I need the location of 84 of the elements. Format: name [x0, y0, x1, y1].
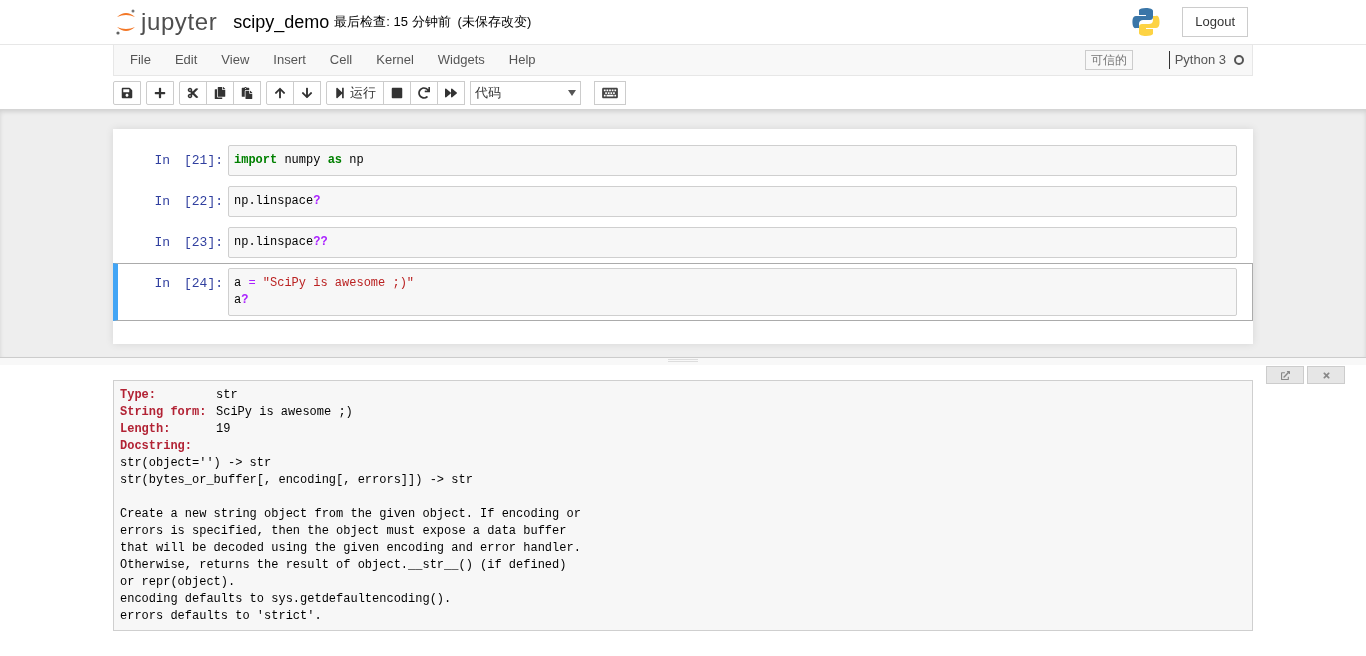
code-cell[interactable]: In [22]: np.linspace? — [113, 181, 1253, 222]
code-cell[interactable]: In [23]: np.linspace?? — [113, 222, 1253, 263]
copy-button[interactable] — [206, 81, 234, 105]
menu-item[interactable]: Help — [496, 50, 548, 70]
arrow-down-icon — [301, 87, 313, 99]
dropdown-caret-icon — [568, 90, 576, 96]
keyboard-icon — [602, 86, 618, 100]
code-line: a = "SciPy is awesome ;)" — [234, 275, 416, 292]
menu-item[interactable]: Edit — [162, 50, 210, 70]
code-input[interactable]: np.linspace? — [228, 186, 1237, 217]
code-input[interactable]: a = "SciPy is awesome ;)" a? — [228, 268, 1237, 316]
field-label: Type: — [120, 387, 157, 404]
input-prompt: In — [154, 152, 170, 170]
save-icon — [121, 87, 133, 99]
execution-count: [21]: — [184, 152, 223, 170]
stop-icon — [391, 87, 403, 99]
arrow-up-button[interactable] — [266, 81, 294, 105]
plus-icon — [154, 87, 166, 99]
notebook-name[interactable]: scipy_demo — [233, 8, 330, 36]
step-forward-icon — [334, 87, 346, 99]
docstring-line: errors defaults to 'strict'. — [120, 608, 322, 625]
docstring-line: encoding defaults to sys.getdefaultencoding(). — [120, 591, 452, 608]
code-input[interactable]: import numpy as np — [228, 145, 1237, 176]
code-cell[interactable]: In [24]: a = "SciPy is awesome ;)" a? — [113, 263, 1253, 321]
docstring-line: Create a new string object from the given object. If encoding or — [120, 506, 581, 523]
input-prompt: In — [154, 193, 170, 211]
execution-count: [24]: — [184, 275, 223, 293]
docstring-line: or repr(object). — [120, 574, 236, 591]
menu-item[interactable]: File — [118, 50, 163, 70]
fast-forward-icon — [445, 87, 457, 99]
code-line: a? — [234, 292, 250, 309]
menu-item[interactable]: Widgets — [425, 50, 497, 70]
code-line: import numpy as np — [234, 152, 365, 169]
field-label: String form: — [120, 404, 208, 421]
docstring-line: errors is specified, then the object must expose a data buffer — [120, 523, 567, 540]
execution-count: [23]: — [184, 234, 223, 252]
cell-type-select[interactable]: 代码 — [470, 81, 581, 105]
restart-icon — [418, 87, 430, 99]
arrow-down-button[interactable] — [293, 81, 321, 105]
code-cell[interactable]: In [21]: import numpy as np — [113, 140, 1253, 181]
jupyter-logo-icon — [115, 8, 137, 36]
paste-button[interactable] — [233, 81, 261, 105]
close-icon — [1321, 370, 1331, 380]
autosave-status: (未保存改变) — [457, 13, 532, 32]
input-prompt: In — [154, 275, 170, 293]
code-input[interactable]: np.linspace?? — [228, 227, 1237, 258]
stop-button[interactable] — [383, 81, 411, 105]
input-prompt: In — [154, 234, 170, 252]
execution-count: [22]: — [184, 193, 223, 211]
docstring-line: Otherwise, returns the result of object.__str__() (if defined) — [120, 557, 567, 574]
restart-button[interactable] — [410, 81, 438, 105]
docstring-line: that will be decoded using the given encoding and error handler. — [120, 540, 581, 557]
menu-item[interactable]: Insert — [261, 50, 318, 70]
fast-forward-button[interactable] — [437, 81, 465, 105]
field-value: 19 — [216, 421, 231, 438]
arrow-up-icon — [274, 87, 286, 99]
trusted-indicator[interactable]: 可信的 — [1084, 50, 1133, 70]
resize-handle[interactable] — [668, 359, 698, 362]
docstring-line: str(object='') -> str — [120, 455, 272, 472]
logout-button[interactable]: Logout — [1182, 7, 1248, 37]
menu-item[interactable]: Kernel — [364, 50, 426, 70]
save-button[interactable] — [113, 81, 141, 105]
copy-icon — [214, 87, 226, 99]
jupyter-logo-text: jupyter — [141, 7, 218, 37]
field-value: SciPy is awesome ;) — [216, 404, 353, 421]
plus-button[interactable] — [146, 81, 174, 105]
code-line: np.linspace? — [234, 193, 322, 210]
code-line: np.linspace?? — [234, 234, 329, 251]
field-label: Docstring: — [120, 438, 193, 455]
field-value: str — [216, 387, 238, 404]
menu-item[interactable]: Cell — [317, 50, 365, 70]
run-button[interactable]: 运行 — [326, 81, 384, 105]
paste-icon — [241, 87, 253, 99]
checkpoint-status: 最后检查: 15 分钟前 — [334, 13, 451, 32]
menu-item[interactable]: View — [209, 50, 262, 70]
docstring-line: str(bytes_or_buffer[, encoding[, errors]]) -> str — [120, 472, 473, 489]
scissors-button[interactable] — [179, 81, 207, 105]
kernel-name: Python 3 — [1174, 51, 1226, 70]
python-logo-icon — [1132, 7, 1161, 37]
external-link-icon — [1280, 370, 1290, 380]
scissors-icon — [187, 87, 199, 99]
keyboard-button[interactable] — [594, 81, 626, 105]
pager-popout-button[interactable] — [1266, 366, 1304, 384]
field-label: Length: — [120, 421, 172, 438]
